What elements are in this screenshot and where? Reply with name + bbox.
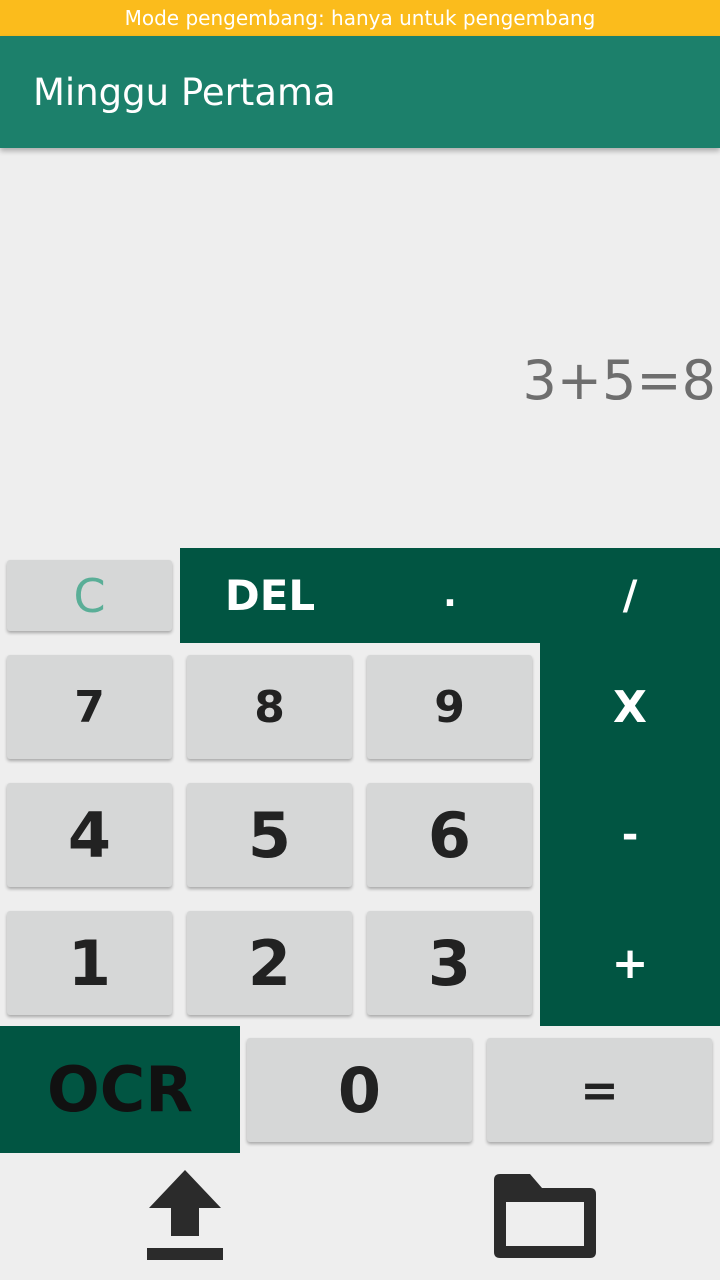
plus-button[interactable]: +	[540, 911, 720, 1015]
ocr-button[interactable]: OCR	[0, 1026, 240, 1153]
digit-3-button[interactable]: 3	[367, 911, 532, 1015]
digit-7-button[interactable]: 7	[7, 655, 172, 759]
upload-icon[interactable]	[135, 1163, 235, 1263]
developer-mode-text: Mode pengembang: hanya untuk pengembang	[124, 6, 596, 30]
divide-button[interactable]: /	[540, 548, 720, 643]
minus-button[interactable]: -	[540, 783, 720, 887]
app-title: Minggu Pertama	[33, 70, 336, 114]
delete-button[interactable]: DEL	[180, 548, 360, 643]
digit-6-button[interactable]: 6	[367, 783, 532, 887]
digit-5-button[interactable]: 5	[187, 783, 352, 887]
digit-4-button[interactable]: 4	[7, 783, 172, 887]
digit-0-button[interactable]: 0	[247, 1038, 472, 1142]
digit-1-button[interactable]: 1	[7, 911, 172, 1015]
decimal-point-button[interactable]: .	[360, 548, 540, 668]
digit-9-button[interactable]: 9	[367, 655, 532, 759]
result-display: 3+5=8	[522, 348, 716, 412]
folder-icon[interactable]	[485, 1165, 605, 1265]
app-bar: Minggu Pertama	[0, 36, 720, 148]
digit-2-button[interactable]: 2	[187, 911, 352, 1015]
digit-8-button[interactable]: 8	[187, 655, 352, 759]
developer-mode-banner: Mode pengembang: hanya untuk pengembang	[0, 0, 720, 36]
clear-button[interactable]: C	[7, 560, 172, 631]
multiply-button[interactable]: X	[540, 655, 720, 759]
equals-button[interactable]: =	[487, 1038, 712, 1142]
